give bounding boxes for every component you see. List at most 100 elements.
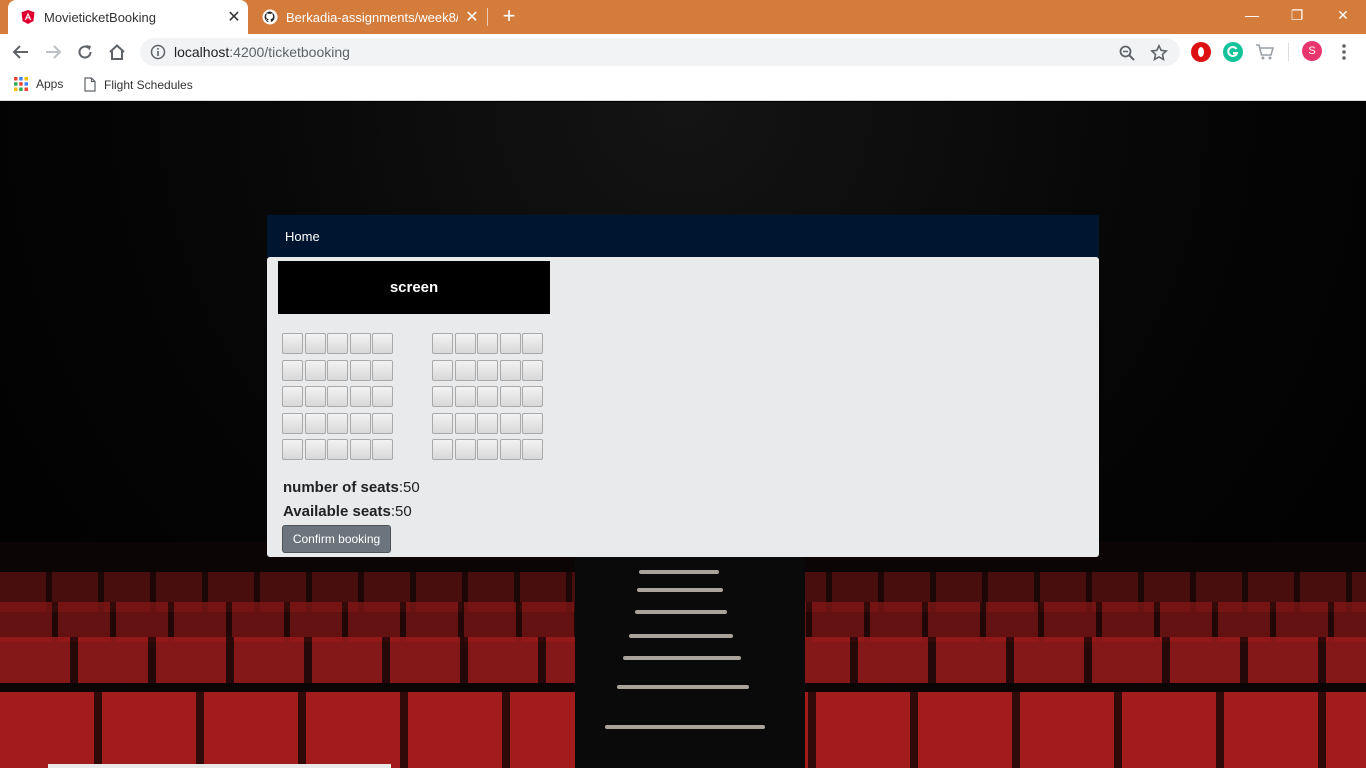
seat[interactable] — [304, 333, 326, 354]
seat[interactable] — [454, 386, 476, 407]
zoom-icon[interactable] — [1118, 44, 1136, 62]
seat[interactable] — [522, 439, 543, 460]
seat[interactable] — [522, 333, 543, 354]
seat[interactable] — [349, 412, 371, 434]
seat[interactable] — [477, 412, 498, 434]
angular-icon — [21, 10, 35, 24]
seat[interactable] — [282, 333, 303, 354]
bookmarks-bar: Apps Flight Schedules — [0, 70, 1366, 101]
page-scroll-indicator — [48, 764, 391, 768]
seat[interactable] — [372, 439, 393, 460]
seat[interactable] — [327, 333, 348, 354]
seat[interactable] — [454, 412, 476, 434]
seat[interactable] — [432, 333, 453, 354]
seat[interactable] — [477, 439, 498, 460]
seat[interactable] — [522, 386, 543, 407]
seat[interactable] — [432, 359, 453, 381]
seat[interactable] — [304, 386, 326, 407]
bookmark-flight-schedules[interactable]: Flight Schedules — [84, 77, 193, 92]
seat[interactable] — [477, 333, 498, 354]
seat[interactable] — [349, 359, 371, 381]
seat[interactable] — [282, 386, 303, 407]
tab-separator — [487, 8, 488, 26]
seat[interactable] — [349, 439, 371, 460]
tab-github[interactable]: Berkadia-assignments/week8/tic ✕ — [250, 0, 486, 34]
seat[interactable] — [454, 439, 476, 460]
tab-movieticketbooking[interactable]: MovieticketBooking ✕ — [8, 0, 248, 34]
home-icon[interactable] — [105, 40, 129, 64]
seat[interactable] — [477, 359, 498, 381]
theatre-stairs — [575, 557, 805, 768]
browser-menu-icon[interactable] — [1336, 42, 1352, 62]
seat[interactable] — [372, 412, 393, 434]
minimize-icon[interactable]: — — [1229, 0, 1275, 30]
seat[interactable] — [432, 439, 453, 460]
stair-step — [623, 656, 741, 660]
seat[interactable] — [327, 439, 348, 460]
cart-extension-icon[interactable] — [1255, 42, 1275, 62]
seat[interactable] — [499, 412, 521, 434]
seat[interactable] — [282, 439, 303, 460]
github-icon — [262, 9, 278, 25]
seat[interactable] — [304, 359, 326, 381]
stair-step — [637, 588, 723, 592]
available-seats-stat: Available seats:50 — [283, 503, 412, 520]
stat-label: Available seats — [283, 503, 391, 520]
reload-icon[interactable] — [73, 40, 97, 64]
seat[interactable] — [349, 333, 371, 354]
seat[interactable] — [372, 386, 393, 407]
seat[interactable] — [282, 412, 303, 434]
stair-step — [617, 685, 749, 689]
seat[interactable] — [522, 412, 543, 434]
bookmark-apps[interactable]: Apps — [14, 77, 63, 91]
seat[interactable] — [327, 359, 348, 381]
page-viewport: Home screen number of seats:50 Available… — [0, 102, 1366, 768]
bookmark-star-icon[interactable] — [1150, 44, 1168, 62]
seat[interactable] — [454, 333, 476, 354]
seat-block-right — [432, 333, 543, 460]
seat[interactable] — [327, 386, 348, 407]
grammarly-extension-icon[interactable] — [1223, 42, 1243, 62]
seat[interactable] — [454, 359, 476, 381]
address-bar[interactable]: localhost:4200/ticketbooking — [140, 38, 1180, 66]
seat[interactable] — [327, 412, 348, 434]
seat[interactable] — [432, 386, 453, 407]
stair-step — [635, 610, 727, 614]
close-tab-icon[interactable]: ✕ — [220, 7, 248, 27]
page-icon — [84, 77, 96, 92]
seat[interactable] — [499, 333, 521, 354]
seat[interactable] — [372, 359, 393, 381]
seat[interactable] — [372, 333, 393, 354]
profile-avatar[interactable]: S — [1302, 41, 1322, 61]
seat[interactable] — [477, 386, 498, 407]
nav-home-link[interactable]: Home — [285, 229, 320, 244]
number-of-seats-stat: number of seats:50 — [283, 479, 420, 496]
stair-step — [629, 634, 733, 638]
apps-grid-icon — [14, 77, 28, 91]
new-tab-icon[interactable]: + — [498, 5, 520, 27]
stat-value: :50 — [390, 503, 412, 520]
stair-step — [605, 725, 765, 729]
restore-icon[interactable]: ❐ — [1274, 0, 1320, 30]
confirm-booking-button[interactable]: Confirm booking — [282, 525, 391, 553]
seat[interactable] — [432, 412, 453, 434]
close-tab-icon[interactable]: ✕ — [458, 7, 486, 27]
window-close-icon[interactable]: ✕ — [1320, 0, 1366, 30]
opera-extension-icon[interactable] — [1191, 42, 1211, 62]
seat[interactable] — [304, 412, 326, 434]
seat[interactable] — [349, 386, 371, 407]
forward-icon[interactable] — [41, 40, 65, 64]
tab-title: Berkadia-assignments/week8/tic — [286, 9, 458, 25]
bookmark-label: Apps — [36, 77, 64, 91]
booking-app: Home screen number of seats:50 Available… — [267, 215, 1099, 557]
seat[interactable] — [499, 359, 521, 381]
app-navbar: Home — [267, 215, 1099, 257]
seat[interactable] — [522, 359, 543, 381]
seat[interactable] — [499, 386, 521, 407]
back-icon[interactable] — [9, 40, 33, 64]
seat[interactable] — [304, 439, 326, 460]
seat[interactable] — [282, 359, 303, 381]
bookmark-label: Flight Schedules — [104, 77, 193, 92]
info-icon[interactable] — [150, 44, 166, 60]
seat[interactable] — [499, 439, 521, 460]
